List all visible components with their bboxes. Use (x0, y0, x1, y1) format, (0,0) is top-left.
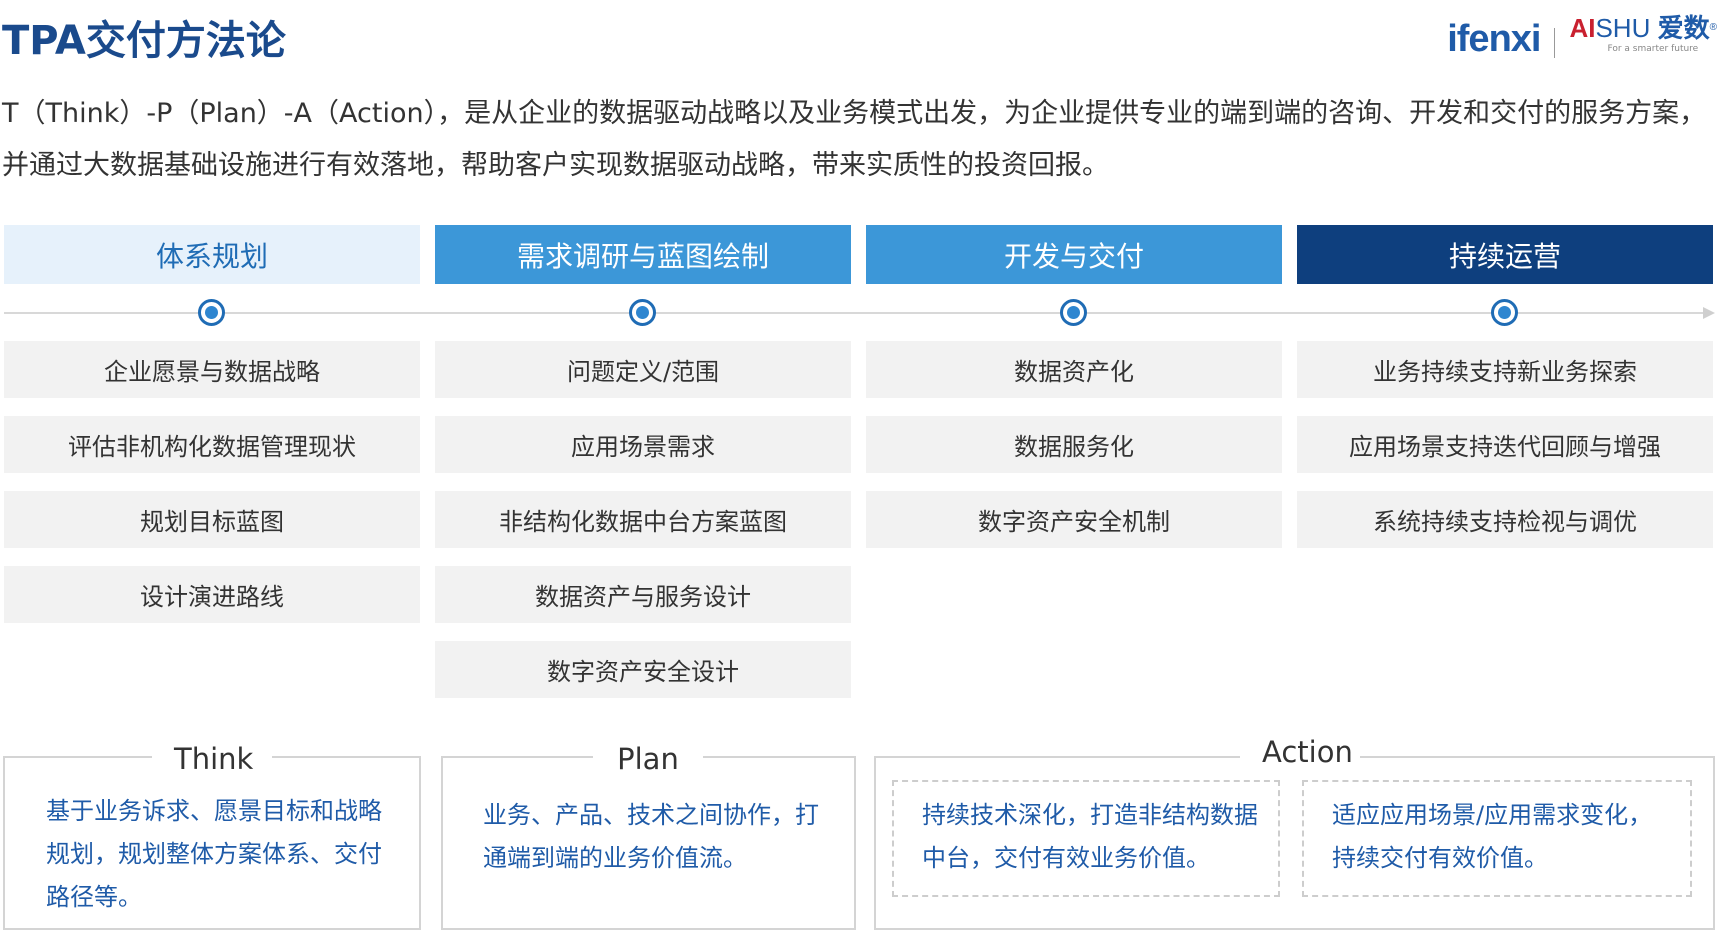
action-title: Action (1240, 735, 1360, 769)
aishu-logo-cn: 爱数 (1657, 13, 1710, 43)
step-item: 问题定义/范围 (435, 341, 851, 398)
timeline-line (4, 312, 1704, 314)
step-item: 数据服务化 (866, 416, 1282, 473)
page-title: TPA交付方法论 (2, 18, 286, 64)
step-item: 数字资产安全机制 (866, 491, 1282, 548)
timeline-arrow-icon (1703, 307, 1715, 319)
timeline-dot-icon (198, 299, 225, 326)
aishu-logo-ai: AI (1569, 13, 1596, 43)
think-text: 基于业务诉求、愿景目标和战略规划，规划整体方案体系、交付路径等。 (46, 797, 382, 911)
step-item: 系统持续支持检视与调优 (1297, 491, 1713, 548)
step-item: 设计演进路线 (4, 566, 420, 623)
step-item: 数据资产化 (866, 341, 1282, 398)
step-item: 企业愿景与数据战略 (4, 341, 420, 398)
aishu-logo: AISHU 爱数® For a smarter future (1569, 14, 1717, 54)
intro-description: T（Think）-P（Plan）-A（Action），是从企业的数据驱动战略以及… (2, 98, 1707, 181)
step-item: 数字资产安全设计 (435, 641, 851, 698)
ifenxi-logo: ifenxi (1447, 18, 1541, 60)
timeline-dot-icon (1491, 299, 1518, 326)
aishu-logo-shu: SHU (1595, 13, 1651, 43)
aishu-slogan: For a smarter future (1607, 44, 1699, 54)
logo-divider (1554, 28, 1556, 58)
action-item-text: 适应应用场景/应用需求变化，持续交付有效价值。 (1332, 801, 1653, 872)
phase-header-planning: 体系规划 (4, 225, 420, 284)
step-item: 应用场景需求 (435, 416, 851, 473)
step-item: 非结构化数据中台方案蓝图 (435, 491, 851, 548)
plan-text: 业务、产品、技术之间协作，打通端到端的业务价值流。 (483, 801, 819, 872)
action-item-text: 持续技术深化，打造非结构数据中台，交付有效业务价值。 (922, 801, 1258, 872)
step-item: 数据资产与服务设计 (435, 566, 851, 623)
timeline-dot-icon (1060, 299, 1087, 326)
aishu-logo-reg: ® (1709, 22, 1717, 33)
step-item: 应用场景支持迭代回顾与增强 (1297, 416, 1713, 473)
step-item: 业务持续支持新业务探索 (1297, 341, 1713, 398)
step-item: 规划目标蓝图 (4, 491, 420, 548)
phase-header-delivery: 开发与交付 (866, 225, 1282, 284)
plan-title: Plan (593, 742, 703, 776)
step-item: 评估非机构化数据管理现状 (4, 416, 420, 473)
phase-header-operation: 持续运营 (1297, 225, 1713, 284)
think-title: Think (152, 742, 272, 776)
timeline-dot-icon (629, 299, 656, 326)
phase-header-research: 需求调研与蓝图绘制 (435, 225, 851, 284)
logo-area: ifenxi AISHU 爱数® For a smarter future (1447, 14, 1717, 64)
